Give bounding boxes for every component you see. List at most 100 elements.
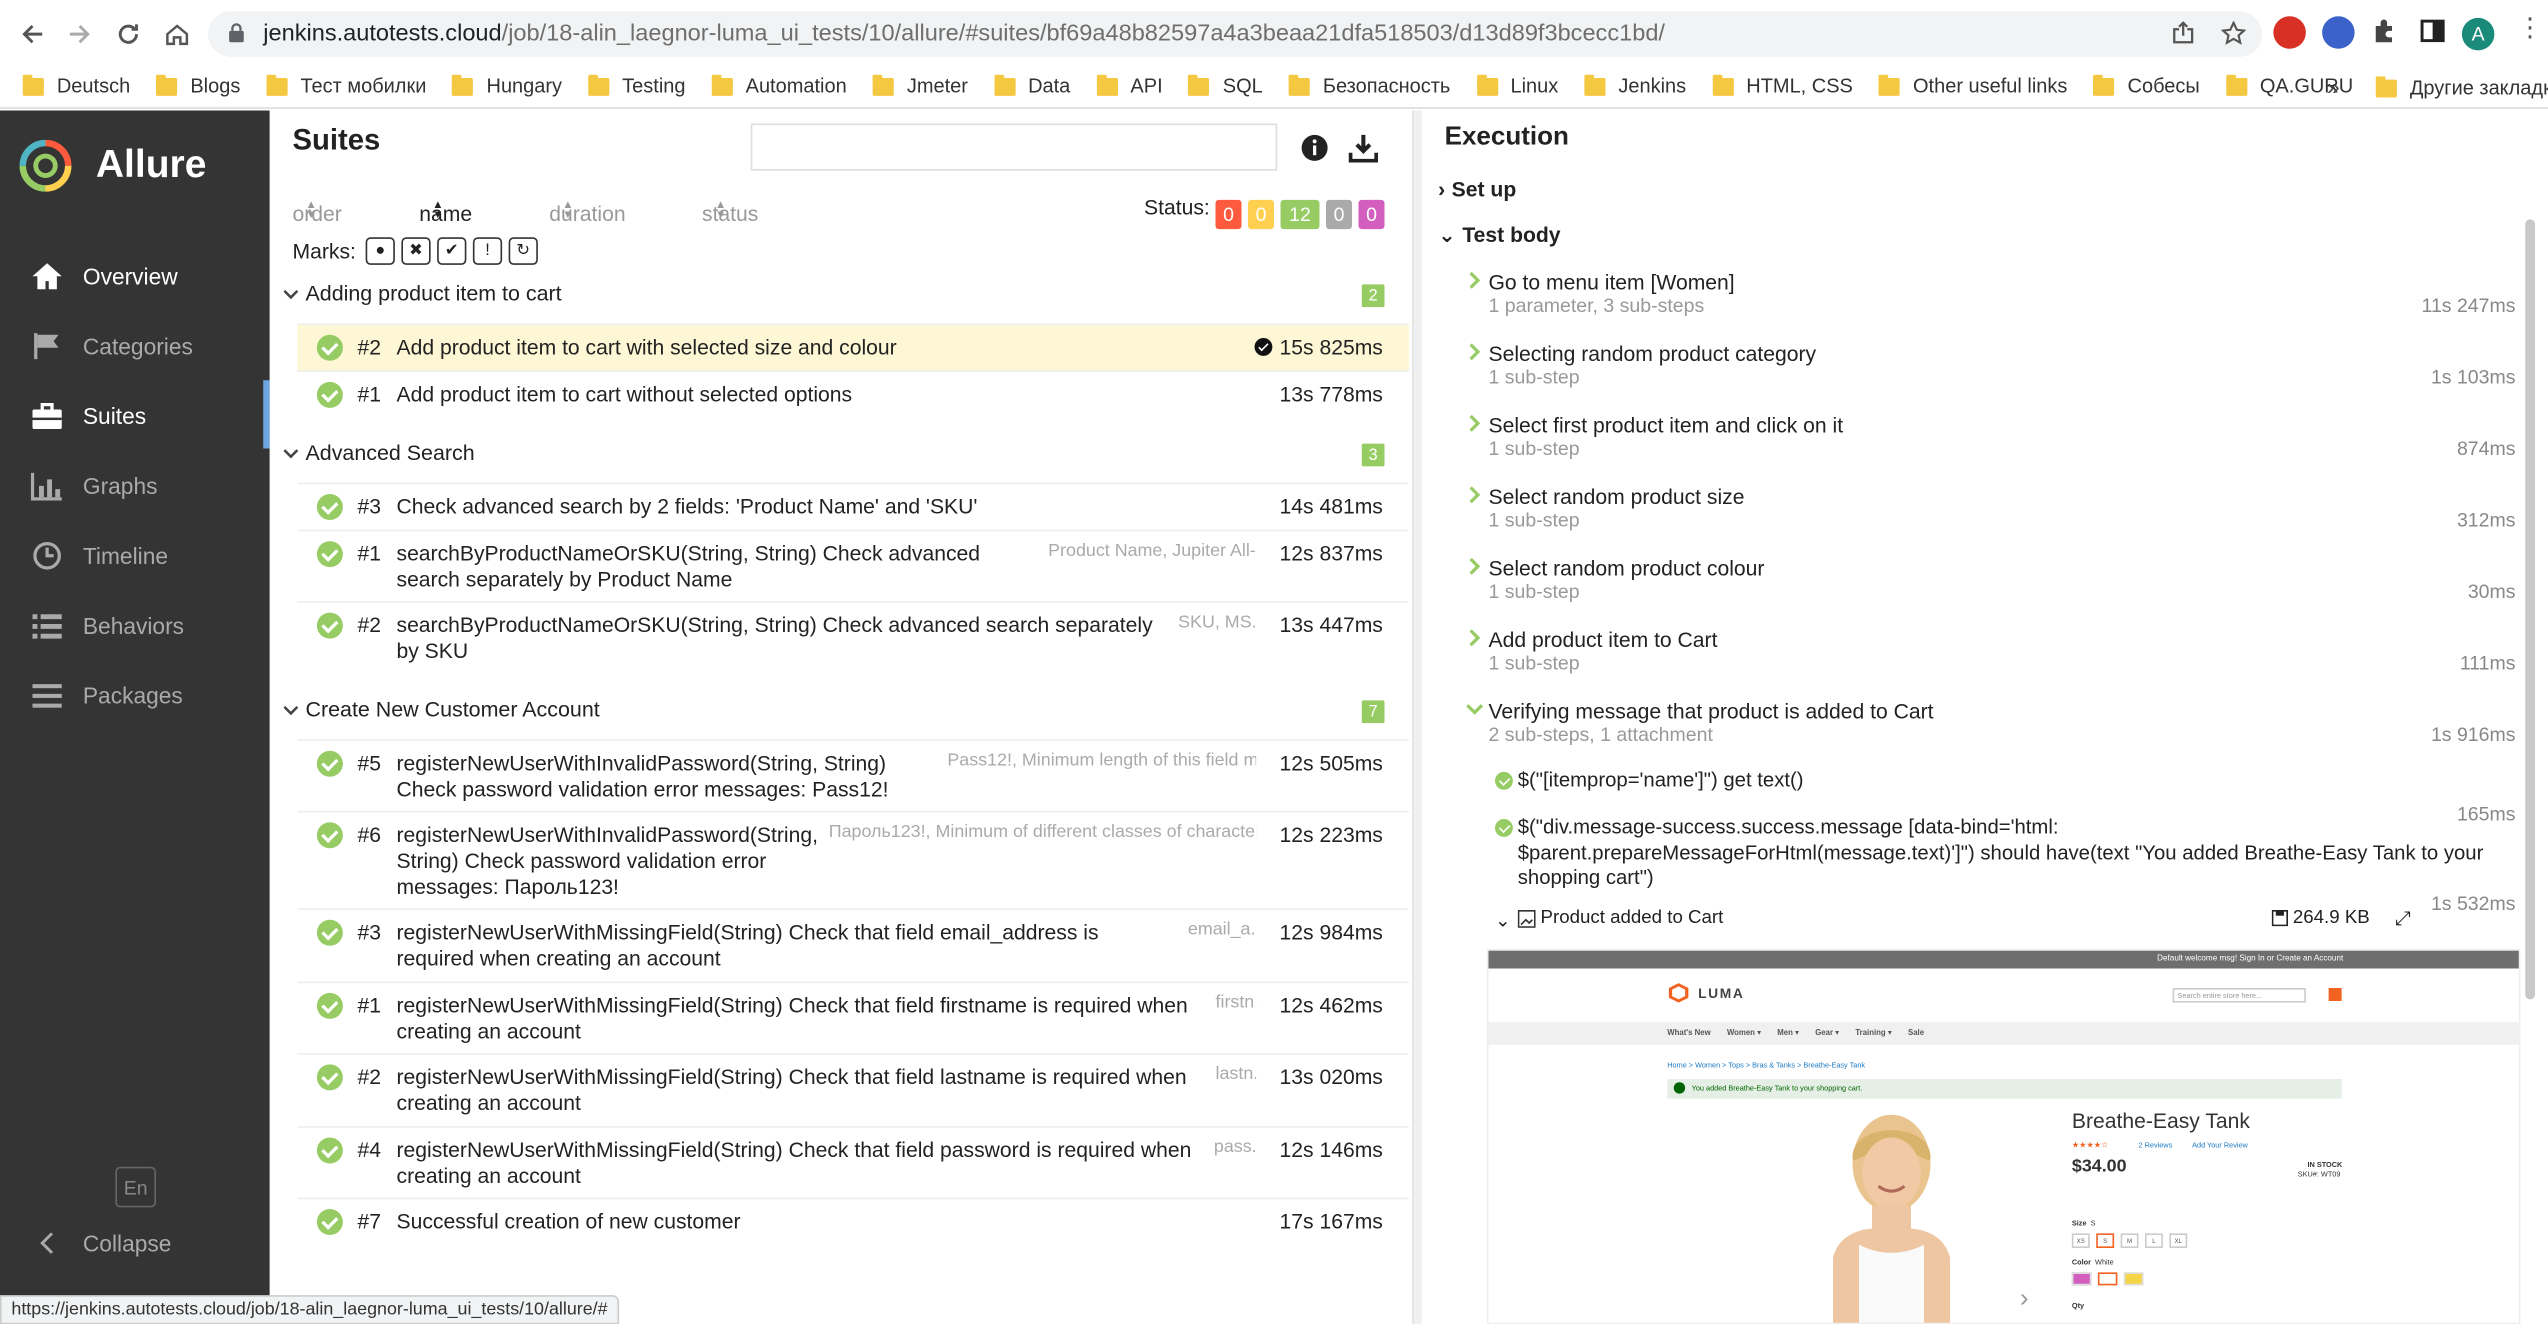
collapse-button[interactable]: Collapse bbox=[0, 1214, 270, 1273]
extension-icon[interactable] bbox=[2322, 16, 2355, 49]
status-count-badge[interactable]: 0 bbox=[1215, 199, 1242, 230]
setup-section[interactable]: › Set up bbox=[1438, 177, 1516, 201]
bookmark-star-icon[interactable] bbox=[2220, 20, 2247, 52]
folder-icon bbox=[588, 73, 610, 96]
bookmark-item[interactable]: Собесы bbox=[2093, 73, 2209, 98]
test-parameters: email_a... bbox=[1187, 919, 1256, 940]
step-substeps: 1 parameter, 3 sub-steps bbox=[1488, 294, 1705, 317]
table-row[interactable]: #7 Successful creation of new customer 17s… bbox=[297, 1197, 1409, 1245]
table-row[interactable]: #5 registerNewUserWithInvalidPassword(Str… bbox=[297, 739, 1409, 811]
bookmark-item[interactable]: Jmeter bbox=[872, 73, 978, 98]
lock-icon[interactable] bbox=[228, 23, 248, 46]
execution-step[interactable]: Verifying message that product is added … bbox=[1466, 699, 2516, 754]
execution-step[interactable]: Go to menu item [Women] 1 parameter, 3 su… bbox=[1466, 270, 2516, 325]
search-input[interactable] bbox=[750, 123, 1278, 171]
other-bookmarks[interactable]: Другие закладки bbox=[2375, 75, 2548, 99]
execution-step[interactable]: Select first product item and click on i… bbox=[1466, 413, 2516, 468]
table-row[interactable]: #2 Add product item to cart with selected… bbox=[297, 323, 1409, 371]
table-row[interactable]: #2 registerNewUserWithMissingField(String… bbox=[297, 1053, 1409, 1125]
bookmark-item[interactable]: Тест мобилки bbox=[266, 73, 436, 98]
home-button-icon[interactable] bbox=[153, 10, 202, 59]
table-row[interactable]: #1 Add product item to cart without selec… bbox=[297, 370, 1409, 418]
bookmark-item[interactable]: Linux bbox=[1476, 73, 1568, 98]
sidebar-item-behaviors[interactable]: Behaviors bbox=[0, 596, 270, 655]
reload-icon[interactable] bbox=[104, 10, 153, 59]
flaky-mark-icon[interactable]: ● bbox=[365, 237, 395, 265]
sidebar-item-packages[interactable]: Packages bbox=[0, 666, 270, 725]
bookmark-item[interactable]: Blogs bbox=[156, 73, 250, 98]
color-swatch bbox=[2097, 1272, 2118, 1286]
suite-group[interactable]: Adding product item to cart bbox=[283, 281, 562, 306]
table-row[interactable]: #4 registerNewUserWithMissingField(String… bbox=[297, 1126, 1409, 1198]
language-switch[interactable]: En bbox=[115, 1166, 156, 1208]
status-count-badge[interactable]: 12 bbox=[1280, 199, 1320, 230]
sidebar-item-timeline[interactable]: Timeline bbox=[0, 527, 270, 586]
bookmark-item[interactable]: Automation bbox=[711, 73, 856, 98]
execution-step[interactable]: Add product item to Cart 1 sub-step 111ms bbox=[1466, 627, 2516, 682]
save-icon[interactable] bbox=[2271, 910, 2288, 931]
scrollbar[interactable] bbox=[2525, 219, 2535, 1000]
bookmark-item[interactable]: Other useful links bbox=[1878, 73, 2077, 98]
test-name: searchByProductNameOrSKU(String, String)… bbox=[396, 541, 981, 592]
back-icon[interactable] bbox=[8, 10, 57, 59]
table-row[interactable]: #1 searchByProductNameOrSKU(String, Strin… bbox=[297, 529, 1409, 602]
bookmark-item[interactable]: Безопасность bbox=[1288, 73, 1460, 98]
download-icon[interactable] bbox=[1348, 133, 1382, 166]
execution-step[interactable]: Selecting random product category 1 sub-s… bbox=[1466, 341, 2516, 396]
color-swatch bbox=[2071, 1272, 2092, 1286]
bookmark-item[interactable]: HTML, CSS bbox=[1712, 73, 1862, 98]
new-passed-mark-icon[interactable]: ✔ bbox=[437, 237, 467, 265]
sidebar-item-suites[interactable]: Suites bbox=[0, 380, 270, 449]
execution-step[interactable]: Select random product colour 1 sub-step 30… bbox=[1466, 556, 2516, 611]
table-row[interactable]: #6 registerNewUserWithInvalidPassword(Str… bbox=[297, 810, 1409, 909]
info-icon[interactable] bbox=[1300, 133, 1333, 166]
sidebar-item-graphs[interactable]: Graphs bbox=[0, 457, 270, 516]
menu-dots-icon[interactable]: ⋮ bbox=[2517, 15, 2543, 42]
sidebar-item-categories[interactable]: Categories bbox=[0, 317, 270, 376]
status-count-badge[interactable]: 0 bbox=[1358, 199, 1385, 230]
sort-duration-label: duration bbox=[549, 201, 626, 226]
table-row[interactable]: #1 registerNewUserWithMissingField(String… bbox=[297, 981, 1409, 1054]
table-row[interactable]: #2 searchByProductNameOrSKU(String, Strin… bbox=[297, 601, 1409, 673]
bookmark-item[interactable]: Hungary bbox=[452, 73, 571, 98]
share-icon[interactable] bbox=[2171, 21, 2195, 52]
bookmark-item[interactable]: Deutsch bbox=[22, 73, 140, 98]
expand-icon[interactable]: ⤢ bbox=[2395, 907, 2411, 931]
extension-icon[interactable] bbox=[2273, 16, 2306, 49]
puzzle-icon[interactable] bbox=[2371, 18, 2397, 52]
new-broken-mark-icon[interactable]: ! bbox=[472, 237, 503, 265]
table-row[interactable]: #3 registerNewUserWithMissingField(String… bbox=[297, 908, 1409, 980]
bookmark-item[interactable]: SQL bbox=[1188, 73, 1273, 98]
avatar[interactable]: A bbox=[2461, 17, 2495, 51]
luma-cart-icon bbox=[2328, 988, 2342, 1001]
bookmark-item[interactable]: Testing bbox=[588, 73, 695, 98]
test-order: #2 bbox=[357, 334, 382, 360]
address-bar[interactable]: jenkins.autotests.cloud/job/18-alin_laeg… bbox=[208, 11, 2262, 57]
side-panel-icon[interactable] bbox=[2420, 18, 2446, 52]
execution-step[interactable]: Select random product size 1 sub-step 312m… bbox=[1466, 484, 2516, 539]
table-row[interactable]: #3 Check advanced search by 2 fields: 'Pr… bbox=[297, 482, 1409, 530]
bookmark-item[interactable]: QA.GURU bbox=[2225, 73, 2363, 98]
test-body-section[interactable]: ⌄ Test body bbox=[1438, 223, 1560, 249]
bookmark-item[interactable]: API bbox=[1096, 73, 1172, 98]
retries-mark-icon[interactable]: ↻ bbox=[508, 237, 538, 265]
substep-text: $("div.message-success.success.message [… bbox=[1517, 815, 2484, 889]
status-count-badge[interactable]: 0 bbox=[1248, 199, 1274, 230]
bookmark-item[interactable]: Jenkins bbox=[1584, 73, 1696, 98]
new-failed-mark-icon[interactable]: ✖ bbox=[401, 237, 431, 265]
execution-substep[interactable]: $("div.message-success.success.message [… bbox=[1495, 815, 2516, 915]
status-count-badge[interactable]: 0 bbox=[1326, 199, 1352, 230]
chevron-right-icon: › bbox=[1438, 177, 1446, 202]
collapse-label: Collapse bbox=[82, 1230, 172, 1257]
suite-group[interactable]: Create New Customer Account bbox=[283, 697, 600, 722]
more-bookmarks-button[interactable]: » bbox=[2327, 73, 2340, 99]
suite-group[interactable]: Advanced Search bbox=[283, 440, 475, 465]
status-label: Status: bbox=[1144, 195, 1210, 220]
allure-logo[interactable]: Allure bbox=[19, 139, 206, 192]
attachment-size: 264.9 KB bbox=[2292, 908, 2370, 928]
sidebar-item-overview[interactable]: Overview bbox=[0, 247, 270, 306]
forward-icon[interactable] bbox=[55, 10, 104, 59]
bookmark-item[interactable]: Data bbox=[993, 73, 1080, 98]
chevron-right-icon: › bbox=[2019, 1285, 2029, 1313]
pane-splitter[interactable] bbox=[1412, 110, 1422, 1324]
